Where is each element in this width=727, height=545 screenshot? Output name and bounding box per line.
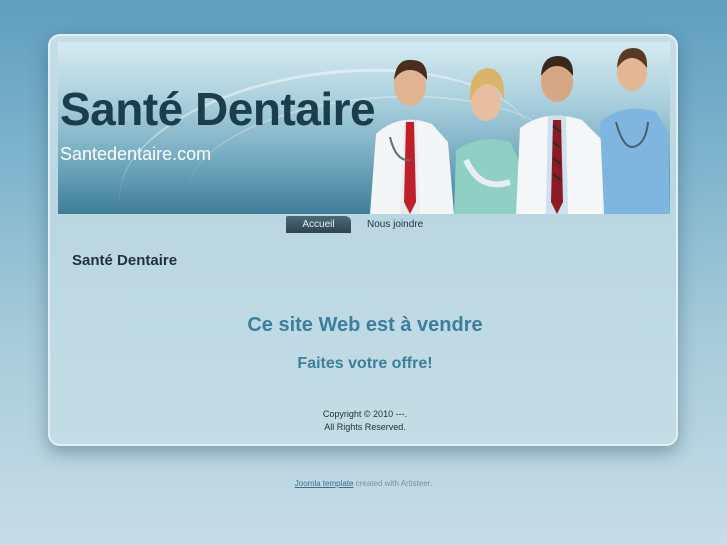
sale-headline: Ce site Web est à vendre: [247, 314, 483, 336]
doctor-figure-2: [454, 68, 520, 214]
doctor-figure-3: [516, 56, 606, 214]
header-banner: Santé Dentaire Santedentaire.com: [58, 42, 670, 214]
rights-line: All Rights Reserved.: [324, 422, 406, 432]
copyright-block: Copyright © 2010 ---. All Rights Reserve…: [50, 408, 680, 434]
menu-item-nous-joindre[interactable]: Nous joindre: [351, 216, 439, 233]
joomla-template-link[interactable]: Joomla template: [295, 479, 354, 488]
content-heading: Santé Dentaire: [72, 252, 178, 269]
site-slogan: Santedentaire.com: [60, 144, 212, 164]
page-frame: Santé Dentaire Santedentaire.com Accueil…: [48, 34, 678, 446]
footer-credit: Joomla template created with Artisteer.: [0, 479, 727, 488]
doctor-figure-1: [370, 59, 454, 214]
site-title[interactable]: Santé Dentaire: [60, 82, 376, 136]
doctors-team-image: [370, 48, 670, 214]
footer-credit-suffix: created with Artisteer.: [353, 479, 433, 488]
doctor-figure-4: [600, 48, 670, 214]
copyright-line: Copyright © 2010 ---.: [322, 409, 408, 419]
offer-subheadline: Faites votre offre!: [297, 355, 433, 372]
main-menu: Accueil Nous joindre: [286, 216, 439, 234]
menu-item-accueil[interactable]: Accueil: [286, 216, 351, 233]
